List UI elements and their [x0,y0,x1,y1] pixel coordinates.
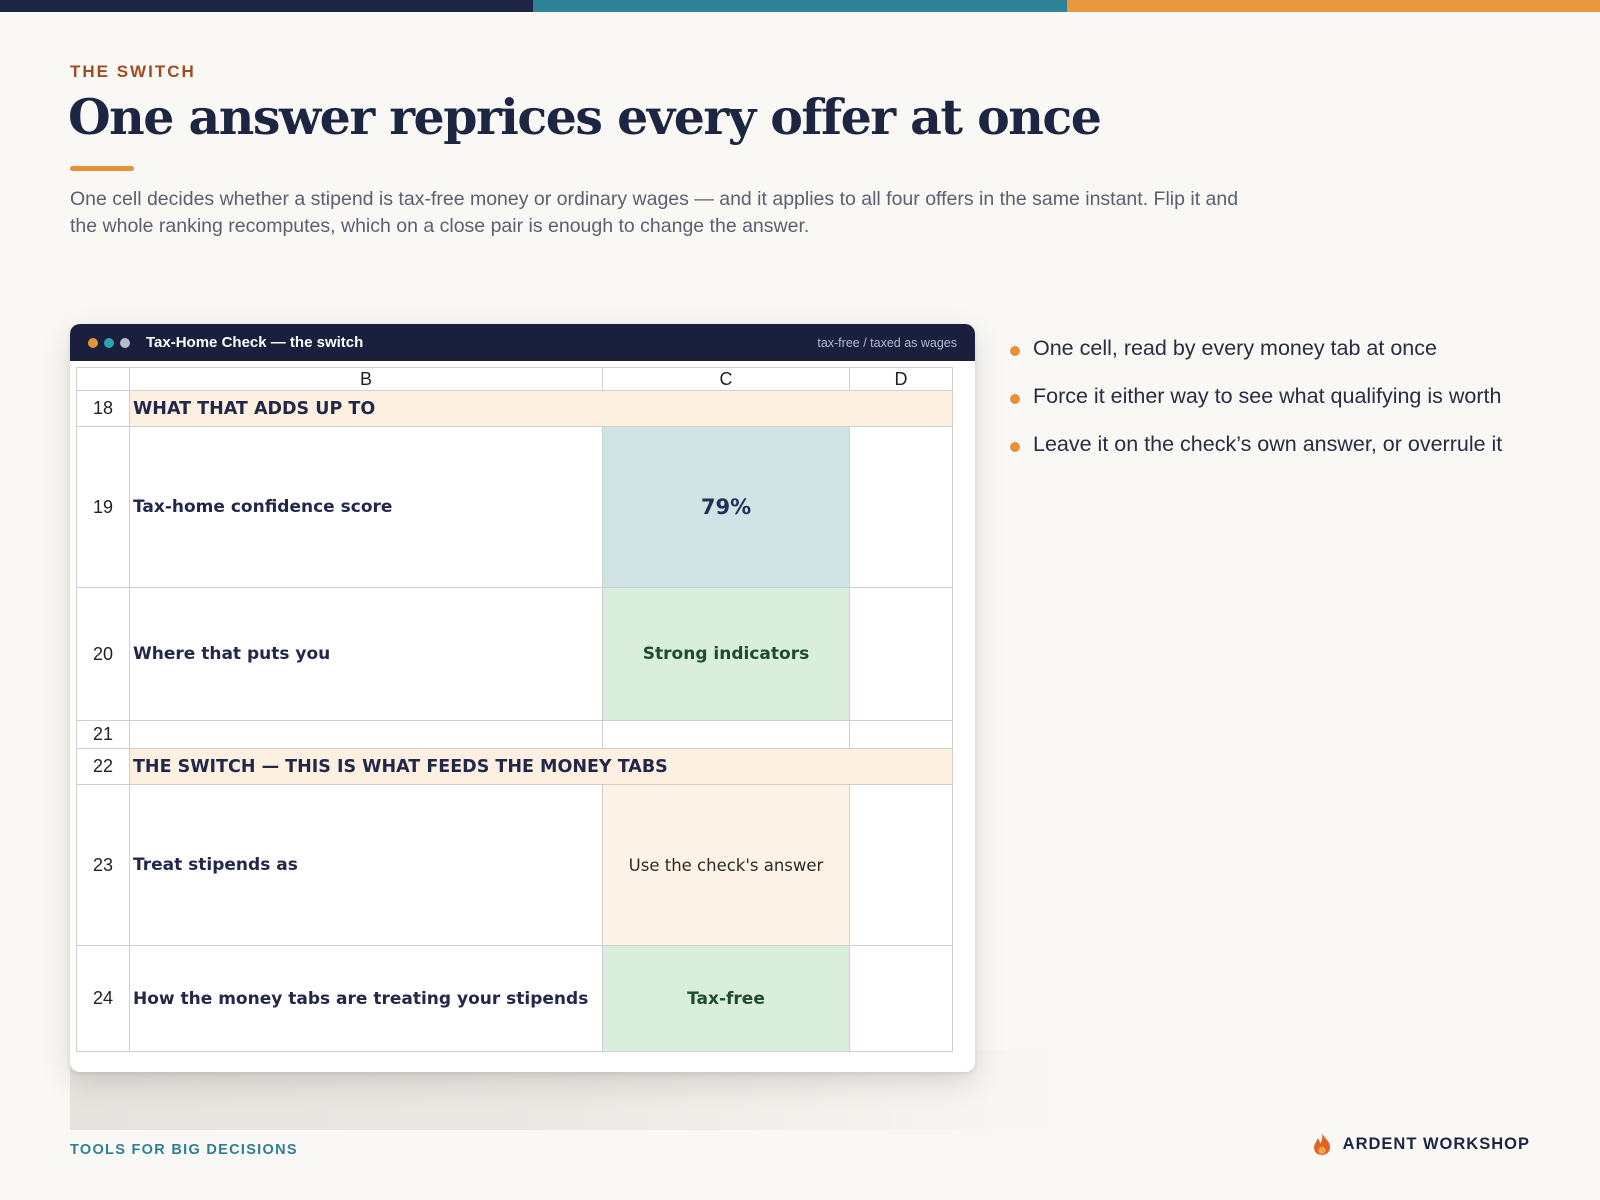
cell-label[interactable]: Where that puts you [129,587,603,721]
column-header-row: B C D [76,367,953,391]
empty-cell[interactable] [602,720,850,749]
accent-navy [0,0,534,12]
section-heading[interactable]: THE SWITCH — THIS IS WHAT FEEDS THE MONE… [129,748,953,785]
bullet-text: One cell, read by every money tab at onc… [1033,336,1437,360]
empty-cell[interactable] [849,587,953,721]
footer-tagline: TOOLS FOR BIG DECISIONS [70,1142,298,1158]
confidence-score-cell[interactable]: 79% [602,426,850,588]
bullet-dot-icon [1010,394,1020,404]
table-row: 24 How the money tabs are treating your … [76,945,953,1052]
column-header-d[interactable]: D [849,367,953,391]
section-heading[interactable]: WHAT THAT ADDS UP TO [129,390,953,427]
bullet-list: One cell, read by every money tab at onc… [1008,336,1502,480]
bullet-text: Leave it on the check’s own answer, or o… [1033,432,1503,456]
empty-cell[interactable] [849,945,953,1052]
table-row: 21 [76,720,953,749]
list-item: Force it either way to see what qualifyi… [1008,384,1502,432]
brand-name: ARDENT WORKSHOP [1342,1134,1530,1153]
stipend-switch-dropdown[interactable]: Use the check's answer [602,784,850,946]
cell-label[interactable]: How the money tabs are treating your sti… [129,945,603,1052]
row-number[interactable]: 18 [76,390,130,427]
verdict-cell[interactable]: Strong indicators [602,587,850,721]
column-header-b[interactable]: B [129,367,603,391]
bullet-dot-icon [1010,442,1020,452]
row-number[interactable]: 22 [76,748,130,785]
row-number[interactable]: 20 [76,587,130,721]
row-number[interactable]: 21 [76,720,130,749]
eyebrow: THE SWITCH [70,62,196,81]
spreadsheet-grid: B C D 18 WHAT THAT ADDS UP TO 19 Tax-hom… [76,367,953,1052]
bullet-dot-icon [1010,346,1020,356]
column-header-c[interactable]: C [602,367,850,391]
page-title: One answer reprices every offer at once [68,88,1102,146]
top-accent-bar [0,0,1600,12]
list-item: One cell, read by every money tab at onc… [1008,336,1502,384]
row-number[interactable]: 19 [76,426,130,588]
window-dot-orange[interactable] [88,337,98,348]
table-row: 20 Where that puts you Strong indicators [76,587,953,721]
cell-label[interactable]: Tax-home confidence score [129,426,603,588]
table-row: 18 WHAT THAT ADDS UP TO [76,390,953,427]
window-subtitle: tax-free / taxed as wages [817,335,957,350]
footer-brand: ARDENT WORKSHOP [1311,1132,1530,1156]
row-number[interactable]: 24 [76,945,130,1052]
list-item: Leave it on the check’s own answer, or o… [1008,432,1502,480]
empty-cell[interactable] [849,784,953,946]
corner-cell[interactable] [76,367,130,391]
accent-teal [533,0,1067,12]
window-dot-gray[interactable] [120,337,130,348]
empty-cell[interactable] [129,720,603,749]
window-title: Tax-Home Check — the switch [146,334,364,351]
bullet-text: Force it either way to see what qualifyi… [1033,384,1502,408]
accent-orange [1066,0,1600,12]
flame-icon [1313,1133,1330,1155]
spreadsheet-window: Tax-Home Check — the switch tax-free / t… [70,324,975,1072]
window-dot-teal[interactable] [104,337,114,348]
table-row: 22 THE SWITCH — THIS IS WHAT FEEDS THE M… [76,748,953,785]
stipend-treatment-cell[interactable]: Tax-free [602,945,850,1052]
window-titlebar: Tax-Home Check — the switch tax-free / t… [70,324,975,361]
table-row: 23 Treat stipends as Use the check's ans… [76,784,953,946]
empty-cell[interactable] [849,426,953,588]
row-number[interactable]: 23 [76,784,130,946]
title-underline [70,166,134,171]
table-row: 19 Tax-home confidence score 79% [76,426,953,588]
cell-label[interactable]: Treat stipends as [129,784,603,946]
lede: One cell decides whether a stipend is ta… [70,188,1239,237]
empty-cell[interactable] [849,720,953,749]
